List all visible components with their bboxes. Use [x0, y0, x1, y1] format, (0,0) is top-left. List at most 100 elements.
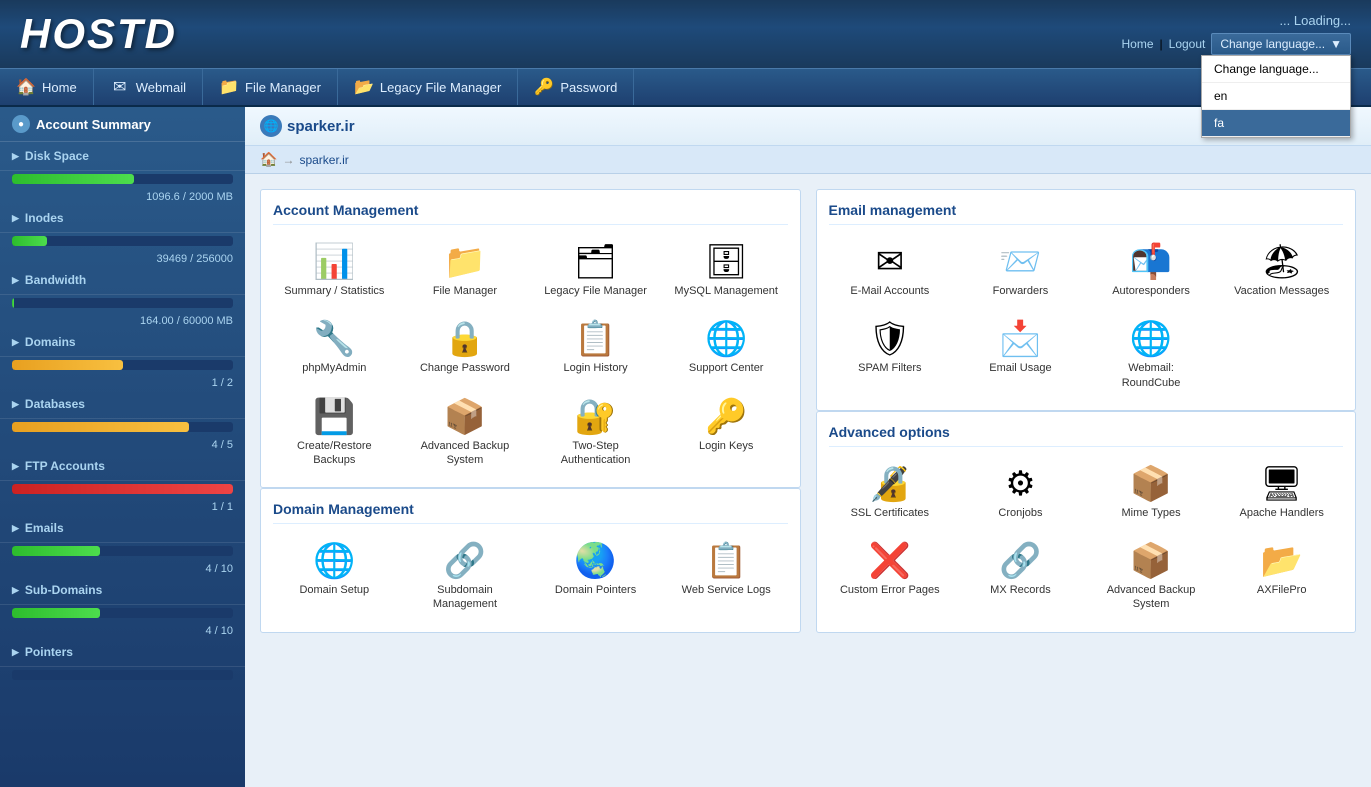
email-management-title: Email management [829, 202, 1344, 225]
nav-password-label: Password [560, 80, 617, 95]
lang-option-default[interactable]: Change language... [1202, 56, 1350, 83]
nav-legacy-file-manager[interactable]: 📂 Legacy File Manager [338, 69, 518, 105]
email-accounts-item[interactable]: ✉ E-Mail Accounts [829, 237, 952, 306]
spam-filters-item[interactable]: 🛡 SPAM Filters [829, 314, 952, 398]
ssl-certificates-label: SSL Certificates [851, 506, 929, 520]
create-restore-backups-item[interactable]: 💾 Create/Restore Backups [273, 392, 396, 476]
logo: HOSTD [20, 10, 177, 58]
login-history-item[interactable]: 📋 Login History [534, 314, 657, 383]
databases-fill [12, 422, 189, 432]
vacation-messages-item[interactable]: 🏖 Vacation Messages [1220, 237, 1343, 306]
advanced-options-title: Advanced options [829, 424, 1344, 447]
file-manager-icon: 📁 [444, 245, 486, 279]
breadcrumb-arrow: → [282, 153, 294, 167]
triangle-icon: ▶ [12, 585, 19, 596]
subdomain-management-item[interactable]: 🔗 Subdomain Management [404, 536, 527, 620]
custom-error-pages-item[interactable]: ❌ Custom Error Pages [829, 536, 952, 620]
cronjobs-item[interactable]: ⚙ Cronjobs [959, 459, 1082, 528]
sidebar-emails[interactable]: ▶ Emails 4 / 10 [0, 514, 245, 576]
sidebar-databases[interactable]: ▶ Databases 4 / 5 [0, 390, 245, 452]
triangle-icon: ▶ [12, 461, 19, 472]
sidebar-ftp-accounts[interactable]: ▶ FTP Accounts 1 / 1 [0, 452, 245, 514]
email-usage-icon: 📩 [999, 322, 1041, 356]
phpmyadmin-item[interactable]: 🔧 phpMyAdmin [273, 314, 396, 383]
databases-progress-bar [12, 422, 233, 432]
account-management-section: Account Management 📊 Summary / Statistic… [260, 189, 801, 488]
account-management-title: Account Management [273, 202, 788, 225]
two-step-auth-item[interactable]: 🔐 Two-Step Authentication [534, 392, 657, 476]
nav-home[interactable]: 🏠 Home [0, 69, 94, 105]
web-service-logs-item[interactable]: 📋 Web Service Logs [665, 536, 788, 620]
domain-setup-item[interactable]: 🌐 Domain Setup [273, 536, 396, 620]
change-password-item[interactable]: 🔒 Change Password [404, 314, 527, 383]
sidebar-disk-space[interactable]: ▶ Disk Space 1096.6 / 2000 MB [0, 142, 245, 204]
home-nav-icon: 🏠 [16, 77, 36, 97]
pipe-separator: | [1160, 37, 1163, 51]
domain-pointers-item[interactable]: 🌏 Domain Pointers [534, 536, 657, 620]
legacy-file-manager-item[interactable]: 🗂 Legacy File Manager [534, 237, 657, 306]
file-manager-item[interactable]: 📁 File Manager [404, 237, 527, 306]
subdomains-label: Sub-Domains [25, 583, 102, 597]
advanced-backup-system-2-item[interactable]: 📦 Advanced Backup System [1090, 536, 1213, 620]
ssl-certificates-item[interactable]: 🔏 SSL Certificates [829, 459, 952, 528]
home-link[interactable]: Home [1122, 37, 1154, 51]
sidebar-subdomains[interactable]: ▶ Sub-Domains 4 / 10 [0, 576, 245, 638]
emails-progress-bar [12, 546, 233, 556]
mx-records-item[interactable]: 🔗 MX Records [959, 536, 1082, 620]
vacation-messages-icon: 🏖 [1260, 245, 1303, 279]
sidebar-domains[interactable]: ▶ Domains 1 / 2 [0, 328, 245, 390]
autoresponders-item[interactable]: 📬 Autoresponders [1090, 237, 1213, 306]
advanced-backup-system-item[interactable]: 📦 Advanced Backup System [404, 392, 527, 476]
emails-label: Emails [25, 521, 64, 535]
mx-records-label: MX Records [990, 583, 1051, 597]
inodes-value: 39469 / 256000 [0, 252, 245, 266]
axfilepro-icon: 📂 [1261, 544, 1303, 578]
nav-file-manager[interactable]: 📁 File Manager [203, 69, 338, 105]
create-restore-backups-label: Create/Restore Backups [281, 439, 388, 468]
emails-fill [12, 546, 100, 556]
breadcrumb-sub: 🏠 → sparker.ir [245, 146, 1371, 174]
sidebar-inodes[interactable]: ▶ Inodes 39469 / 256000 [0, 204, 245, 266]
nav-webmail[interactable]: ✉ Webmail [94, 69, 203, 105]
forwarders-item[interactable]: 📨 Forwarders [959, 237, 1082, 306]
sidebar-pointers[interactable]: ▶ Pointers [0, 638, 245, 686]
apache-handlers-item[interactable]: 🖥 Apache Handlers [1220, 459, 1343, 528]
domain-management-section: Domain Management 🌐 Domain Setup 🔗 Subdo… [260, 488, 801, 633]
mysql-management-item[interactable]: 🗄 MySQL Management [665, 237, 788, 306]
logout-link[interactable]: Logout [1169, 37, 1206, 51]
webmail-nav-icon: ✉ [110, 77, 130, 97]
advanced-backup-system-2-label: Advanced Backup System [1098, 583, 1205, 612]
two-step-auth-icon: 🔐 [574, 400, 616, 434]
lang-option-en[interactable]: en [1202, 83, 1350, 110]
subdomains-fill [12, 608, 100, 618]
account-summary-title[interactable]: ● Account Summary [0, 107, 245, 142]
emails-value: 4 / 10 [0, 562, 245, 576]
sidebar-disk-space-header: ▶ Disk Space [0, 142, 245, 171]
two-step-auth-label: Two-Step Authentication [542, 439, 649, 468]
mysql-management-label: MySQL Management [674, 284, 778, 298]
phpmyadmin-label: phpMyAdmin [302, 361, 366, 375]
summary-statistics-item[interactable]: 📊 Summary / Statistics [273, 237, 396, 306]
sidebar-domains-header: ▶ Domains [0, 328, 245, 357]
email-management-section: Email management ✉ E-Mail Accounts 📨 For… [816, 189, 1357, 411]
spam-filters-label: SPAM Filters [858, 361, 921, 375]
email-accounts-label: E-Mail Accounts [850, 284, 929, 298]
email-usage-item[interactable]: 📩 Email Usage [959, 314, 1082, 398]
lang-option-fa[interactable]: fa [1202, 110, 1350, 137]
language-dropdown-button[interactable]: Change language... ▼ [1211, 33, 1351, 55]
sidebar-bandwidth[interactable]: ▶ Bandwidth 164.00 / 60000 MB [0, 266, 245, 328]
custom-error-pages-icon: ❌ [869, 544, 911, 578]
two-col-layout: Account Management 📊 Summary / Statistic… [260, 189, 1356, 633]
domain-icon: 🌐 [260, 115, 282, 137]
breadcrumb-link[interactable]: sparker.ir [299, 153, 348, 167]
nav-password[interactable]: 🔑 Password [518, 69, 634, 105]
domain-pointers-icon: 🌏 [574, 544, 616, 578]
bandwidth-fill [12, 298, 14, 308]
webmail-roundcube-item[interactable]: 🌐 Webmail: RoundCube [1090, 314, 1213, 398]
web-service-logs-label: Web Service Logs [682, 583, 771, 597]
create-restore-backups-icon: 💾 [313, 400, 355, 434]
support-center-item[interactable]: 🌐 Support Center [665, 314, 788, 383]
mime-types-item[interactable]: 📦 Mime Types [1090, 459, 1213, 528]
axfilepro-item[interactable]: 📂 AXFilePro [1220, 536, 1343, 620]
login-keys-item[interactable]: 🔑 Login Keys [665, 392, 788, 476]
